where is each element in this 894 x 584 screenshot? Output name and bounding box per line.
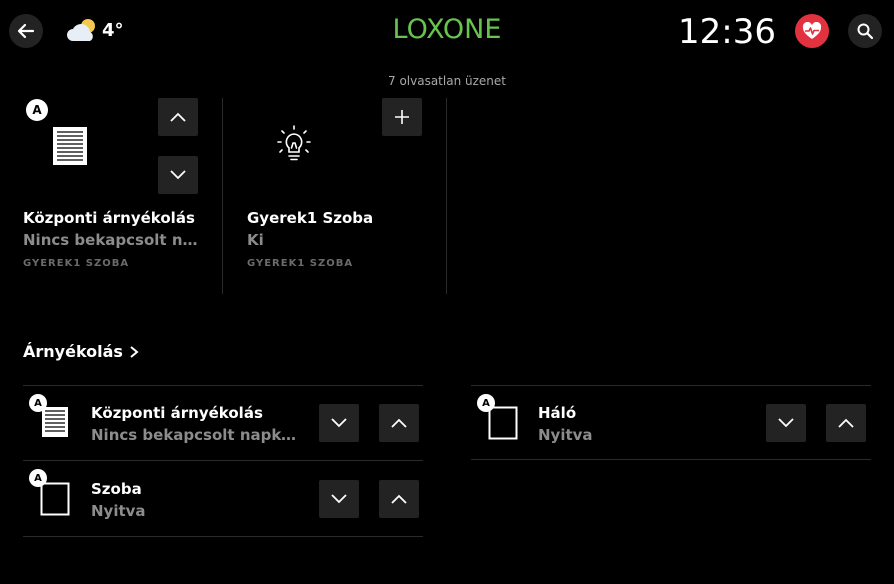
section-shading-link[interactable]: Árnyékolás bbox=[23, 342, 139, 361]
temperature: 4° bbox=[102, 19, 124, 41]
tile-room: GYEREK1 SZOBA bbox=[23, 258, 130, 269]
chevron-down-icon bbox=[331, 418, 347, 428]
list-item-subtitle: Nyitva bbox=[538, 426, 593, 444]
weather-widget[interactable]: 4° bbox=[64, 16, 124, 44]
window-icon bbox=[488, 406, 518, 440]
lightbulb-icon bbox=[277, 125, 311, 161]
chevron-up-icon bbox=[170, 112, 186, 122]
shade-up-button[interactable] bbox=[158, 98, 198, 136]
chevron-down-icon bbox=[170, 170, 186, 180]
list-item-title: Szoba bbox=[91, 480, 142, 498]
section-title: Árnyékolás bbox=[23, 342, 123, 361]
chevron-up-icon bbox=[391, 494, 407, 504]
list-item-subtitle: Nincs bekapcsolt napkörnyezet bbox=[91, 426, 303, 444]
blinds-icon bbox=[42, 407, 68, 437]
shade-up-button[interactable] bbox=[826, 404, 866, 442]
search-icon bbox=[857, 23, 874, 40]
list-item-title: Háló bbox=[538, 404, 577, 422]
shade-up-button[interactable] bbox=[379, 404, 419, 442]
clock: 12:36 bbox=[678, 12, 776, 52]
chevron-up-icon bbox=[391, 418, 407, 428]
chevron-up-icon bbox=[838, 418, 854, 428]
list-item-room[interactable]: A Szoba Nyitva bbox=[23, 460, 423, 537]
tile-divider bbox=[446, 98, 447, 294]
chevron-right-icon bbox=[130, 345, 139, 358]
tile-title: Gyerek1 Szoba bbox=[247, 209, 374, 227]
heart-pulse-icon bbox=[802, 22, 822, 39]
unread-messages-link[interactable]: 7 olvasatlan üzenet bbox=[388, 74, 506, 88]
automatic-badge: A bbox=[26, 99, 48, 121]
tile-room-lighting[interactable]: Gyerek1 Szoba Ki GYEREK1 SZOBA bbox=[223, 98, 445, 294]
list-item-subtitle: Nyitva bbox=[91, 502, 146, 520]
arrow-left-icon bbox=[17, 23, 35, 39]
shade-down-button[interactable] bbox=[319, 480, 359, 518]
search-button[interactable] bbox=[848, 14, 882, 48]
tile-central-shading[interactable]: A Központi árnyékolás Nincs bekapcsolt n… bbox=[0, 98, 222, 294]
back-button[interactable] bbox=[9, 14, 43, 48]
health-button[interactable] bbox=[795, 14, 829, 48]
plus-icon bbox=[395, 110, 409, 124]
shade-down-button[interactable] bbox=[158, 156, 198, 194]
shade-down-button[interactable] bbox=[319, 404, 359, 442]
tile-room: GYEREK1 SZOBA bbox=[247, 258, 354, 269]
chevron-down-icon bbox=[331, 494, 347, 504]
tile-title: Központi árnyékolás bbox=[23, 209, 195, 227]
tile-subtitle: Ki bbox=[247, 231, 264, 249]
list-item-bedroom[interactable]: A Háló Nyitva bbox=[471, 385, 871, 460]
add-button[interactable] bbox=[382, 98, 422, 136]
shade-down-button[interactable] bbox=[766, 404, 806, 442]
list-item-central-shading[interactable]: A Központi árnyékolás Nincs bekapcsolt n… bbox=[23, 385, 423, 460]
chevron-down-icon bbox=[778, 418, 794, 428]
shade-up-button[interactable] bbox=[379, 480, 419, 518]
logo: LOXONE bbox=[392, 14, 502, 45]
partly-cloudy-icon bbox=[67, 19, 95, 41]
list-item-title: Központi árnyékolás bbox=[91, 404, 263, 422]
tile-subtitle: Nincs bekapcsolt napkö... bbox=[23, 231, 198, 249]
blinds-icon bbox=[53, 127, 87, 165]
window-icon bbox=[40, 482, 70, 516]
